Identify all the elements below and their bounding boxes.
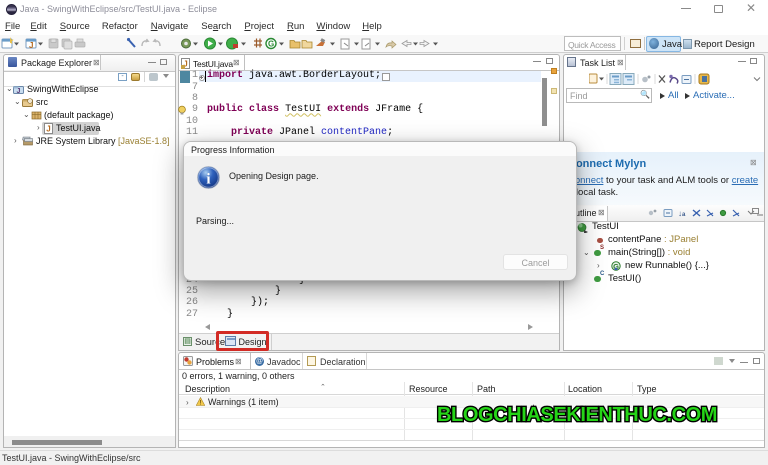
svg-text:BLOGCHIASEKIENTHUC.COM: BLOGCHIASEKIENTHUC.COM: [437, 404, 717, 426]
svg-text:↓a: ↓a: [678, 209, 686, 218]
svg-text:J: J: [29, 41, 33, 50]
svg-text:G: G: [268, 40, 274, 49]
svg-text:J: J: [17, 88, 21, 94]
svg-text:i: i: [206, 172, 210, 188]
svg-text:J: J: [46, 125, 50, 134]
svg-text:!: !: [199, 400, 201, 406]
